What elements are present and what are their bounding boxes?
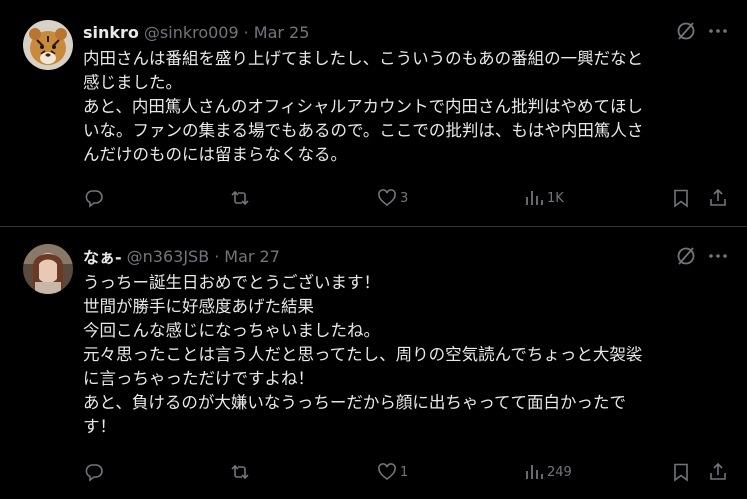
like-count: 3 [400,190,409,206]
views-icon [524,188,544,208]
tweet-actions: 1 249 [0,462,747,486]
more-icon[interactable] [707,245,729,267]
display-name[interactable]: なぁ- [83,244,122,268]
more-icon[interactable] [707,20,729,42]
reply-icon [84,188,104,208]
tweet-line: す！ [83,417,116,436]
reply-button[interactable] [84,188,104,208]
view-count: 1K [547,190,564,206]
grok-icon[interactable] [675,245,697,267]
share-button[interactable] [708,462,728,482]
tweet-line: あと、内田篤人さんのオフィシャルアカウントで内田さん批判はやめてほし [83,97,644,116]
like-icon [377,462,397,482]
user-handle[interactable]: @sinkro009 [144,23,239,42]
user-handle[interactable]: @n363JSB [127,247,210,266]
tweet-line: 世間が勝手に好感度あげた結果 [83,297,314,316]
retweet-button[interactable] [229,462,251,482]
tweet-line: あと、負けるのが大嫌いなうっちーだから顔に出ちゃってて面白かったで [83,393,627,412]
reply-button[interactable] [84,462,104,482]
tweet-line: 元々思ったことは言う人だと思ってたし、周りの空気読んでちょっと大袈裟 [83,345,643,364]
tweet[interactable]: sinkro @sinkro009 · Mar 25 内田さんは番組を盛り上げて… [0,0,747,227]
tweet-header: sinkro @sinkro009 · Mar 25 [83,20,309,44]
display-name[interactable]: sinkro [83,23,139,42]
like-button[interactable]: 1 [377,462,408,482]
separator: · [214,246,220,266]
share-icon [708,188,728,208]
retweet-icon [229,188,251,208]
tweet-line: 感じました。 [83,73,182,92]
like-count: 1 [400,464,409,480]
tweet-text: うっちー誕生日おめでとうございます！ 世間が勝手に好感度あげた結果 今回こんな感… [83,271,733,439]
bookmark-icon [671,462,691,482]
tweet-text: 内田さんは番組を盛り上げてましたし、こういうのもあの番組の一興だなと 感じました… [83,47,733,167]
tweet[interactable]: なぁ- @n363JSB · Mar 27 うっちー誕生日おめでとうございます！… [0,228,747,499]
tweet-divider [0,226,747,227]
share-icon [708,462,728,482]
bookmark-button[interactable] [671,462,691,482]
reply-icon [84,462,104,482]
bookmark-button[interactable] [671,188,691,208]
timeline: sinkro @sinkro009 · Mar 25 内田さんは番組を盛り上げて… [0,0,747,499]
like-button[interactable]: 3 [377,188,408,208]
view-count: 249 [547,464,572,480]
views-button[interactable]: 249 [524,462,572,482]
like-icon [377,188,397,208]
retweet-icon [229,462,251,482]
tweet-header: なぁ- @n363JSB · Mar 27 [83,244,280,268]
views-icon [524,462,544,482]
timestamp[interactable]: Mar 25 [254,23,310,42]
timestamp[interactable]: Mar 27 [224,247,280,266]
avatar[interactable] [23,244,73,294]
tweet-actions: 3 1K [0,188,747,212]
tweet-line: うっちー誕生日おめでとうございます！ [83,273,380,292]
views-button[interactable]: 1K [524,188,564,208]
share-button[interactable] [708,188,728,208]
tweet-line: 内田さんは番組を盛り上げてましたし、こういうのもあの番組の一興だなと [83,49,644,68]
separator: · [243,22,249,42]
avatar[interactable] [23,20,73,70]
tweet-line: 今回こんな感じになっちゃいましたね。 [83,321,380,340]
tweet-line: に言っちゃっただけですよね！ [83,369,314,388]
grok-icon[interactable] [675,20,697,42]
tweet-line: いな。ファンの集まる場でもあるので。ここでの批判は、もはや内田篤人さ [83,121,644,140]
bookmark-icon [671,188,691,208]
retweet-button[interactable] [229,188,251,208]
tweet-line: んだけのものには留まらなくなる。 [83,145,347,164]
